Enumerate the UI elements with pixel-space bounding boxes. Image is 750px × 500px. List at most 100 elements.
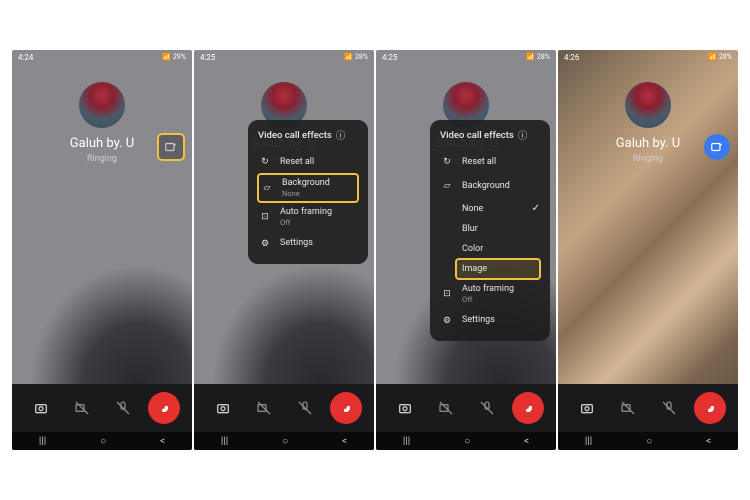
screen-2: 4:25 📶 28% Galuh by. U Ringing Video cal… [194,50,374,450]
call-controls [194,384,374,432]
video-effects-button[interactable] [704,134,730,160]
selfie-preview [194,244,374,384]
effects-panel: Video call effects ⓘ ↻ Reset all ▱ Backg… [430,120,550,341]
video-toggle-button[interactable] [66,392,98,424]
status-bar: 4:25 📶 28% [194,50,374,64]
settings-row[interactable]: ⚙ Settings [440,309,540,333]
end-call-button[interactable] [694,392,726,424]
status-icons: 📶 28% [708,53,732,61]
mic-off-icon [115,400,131,416]
effects-panel: Video call effects ⓘ ↻ Reset all ▱ Backg… [248,120,368,264]
caller-name: Galuh by. U [616,136,680,151]
video-effects-button[interactable] [158,134,184,160]
gear-icon: ⚙ [440,314,454,328]
mic-toggle-button[interactable] [107,392,139,424]
nav-bar: ||| ○ < [376,432,556,450]
video-off-icon [74,400,90,416]
screen-1: 4:24 📶 29% Galuh by. U Ringing ||| ○ < [12,50,192,450]
home-button[interactable]: ○ [646,436,652,447]
mic-toggle-button[interactable] [653,392,685,424]
effects-icon [710,140,724,154]
background-row[interactable]: ▱ Background [440,174,540,198]
panel-title: Video call effects ⓘ [258,128,358,142]
caller-avatar [79,82,125,128]
status-bar: 4:26 📶 28% [558,50,738,64]
camera-switch-button[interactable] [389,392,421,424]
status-bar: 4:24 📶 29% [12,50,192,64]
status-icons: 📶 28% [526,53,550,61]
camera-switch-button[interactable] [207,392,239,424]
bg-option-blur[interactable]: Blur [440,219,540,239]
background-options: None✓ Blur Color Image [440,198,540,279]
phone-icon [156,400,172,416]
info-icon[interactable]: ⓘ [336,128,346,142]
panel-title: Video call effects ⓘ [440,128,540,142]
nav-bar: ||| ○ < [194,432,374,450]
info-icon[interactable]: ⓘ [518,128,528,142]
selfie-preview [12,244,192,384]
end-call-button[interactable] [512,392,544,424]
camera-icon [33,400,49,416]
status-icons: 📶 28% [344,53,368,61]
reset-icon: ↻ [440,155,454,169]
call-content: Galuh by. U Ringing [558,64,738,384]
nav-bar: ||| ○ < [558,432,738,450]
effects-icon [164,140,178,154]
home-button[interactable]: ○ [464,436,470,447]
status-bar: 4:25 📶 28% [376,50,556,64]
background-icon: ▱ [440,179,454,193]
settings-row[interactable]: ⚙ Settings [258,232,358,256]
video-toggle-button[interactable] [430,392,462,424]
recents-button[interactable]: ||| [403,436,410,447]
call-status: Ringing [87,154,117,164]
autoframe-icon: ⊡ [440,287,454,301]
recents-button[interactable]: ||| [39,436,46,447]
back-button[interactable]: < [524,436,529,447]
status-icons: 📶 29% [162,53,186,61]
caller-avatar [625,82,671,128]
bg-option-none[interactable]: None✓ [440,198,540,219]
clock: 4:24 [18,53,33,62]
call-controls [558,384,738,432]
gear-icon: ⚙ [258,237,272,251]
call-controls [376,384,556,432]
nav-bar: ||| ○ < [12,432,192,450]
background-row[interactable]: ▱ BackgroundNone [258,174,358,202]
call-controls [12,384,192,432]
home-button[interactable]: ○ [100,436,106,447]
clock: 4:25 [382,53,397,62]
call-status: Ringing [633,154,663,164]
back-button[interactable]: < [342,436,347,447]
call-content: Galuh by. U Ringing Video call effects ⓘ… [194,64,374,384]
mic-toggle-button[interactable] [289,392,321,424]
home-button[interactable]: ○ [282,436,288,447]
auto-framing-row[interactable]: ⊡ Auto framingOff [258,202,358,232]
screen-4: 4:26 📶 28% Galuh by. U Ringing ||| ○ < [558,50,738,450]
recents-button[interactable]: ||| [221,436,228,447]
autoframe-icon: ⊡ [258,210,272,224]
back-button[interactable]: < [706,436,711,447]
clock: 4:25 [200,53,215,62]
back-button[interactable]: < [160,436,165,447]
end-call-button[interactable] [330,392,362,424]
end-call-button[interactable] [148,392,180,424]
check-icon: ✓ [532,203,540,214]
reset-all-row[interactable]: ↻ Reset all [440,150,540,174]
bg-option-color[interactable]: Color [440,239,540,259]
camera-switch-button[interactable] [571,392,603,424]
camera-switch-button[interactable] [25,392,57,424]
reset-icon: ↻ [258,155,272,169]
video-toggle-button[interactable] [612,392,644,424]
background-icon: ▱ [260,181,274,195]
recents-button[interactable]: ||| [585,436,592,447]
screen-3: 4:25 📶 28% Galuh by. U Ringing Video cal… [376,50,556,450]
call-content: Galuh by. U Ringing Video call effects ⓘ… [376,64,556,384]
auto-framing-row[interactable]: ⊡ Auto framingOff [440,279,540,309]
bg-option-image[interactable]: Image [456,259,540,279]
reset-all-row[interactable]: ↻ Reset all [258,150,358,174]
clock: 4:26 [564,53,579,62]
call-content: Galuh by. U Ringing [12,64,192,384]
caller-name: Galuh by. U [70,136,134,151]
mic-toggle-button[interactable] [471,392,503,424]
video-toggle-button[interactable] [248,392,280,424]
